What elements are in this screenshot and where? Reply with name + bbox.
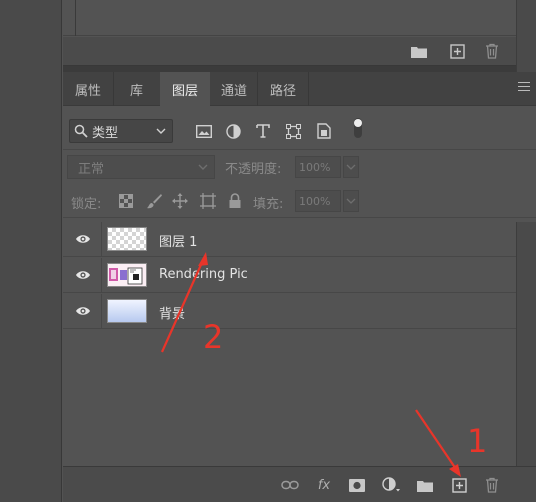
left-dock-strip xyxy=(0,0,62,502)
new-layer-icon[interactable] xyxy=(449,476,469,494)
image-filter-icon[interactable] xyxy=(195,122,213,140)
chevron-down-icon xyxy=(346,198,356,204)
photoshop-workspace: 属性 库 图层 通道 路径 类型 正常 不透明度: 100% 锁定: 填充: 1… xyxy=(0,0,536,502)
tab-layers[interactable]: 图层 xyxy=(160,72,210,106)
upper-panel-divider xyxy=(75,0,76,36)
tab-properties[interactable]: 属性 xyxy=(63,72,113,106)
opacity-input[interactable]: 100% xyxy=(295,156,341,178)
trash-icon[interactable] xyxy=(483,43,501,59)
upper-panel xyxy=(63,0,516,66)
blend-mode-select[interactable]: 正常 xyxy=(67,155,215,179)
lock-position-icon[interactable] xyxy=(172,193,188,209)
lock-all-icon[interactable] xyxy=(227,193,243,209)
blend-row: 正常 不透明度: 100% xyxy=(63,150,536,182)
folder-icon[interactable] xyxy=(410,43,428,59)
layer-row[interactable]: 背景 xyxy=(63,294,516,329)
shape-filter-icon[interactable] xyxy=(284,122,302,140)
row-separator xyxy=(101,222,102,257)
row-separator xyxy=(101,258,102,293)
link-layers-icon[interactable] xyxy=(280,476,300,494)
group-folder-icon[interactable] xyxy=(415,476,435,494)
eye-icon[interactable] xyxy=(75,268,91,282)
layer-name[interactable]: 图层 1 xyxy=(159,231,197,250)
type-filter-icon[interactable] xyxy=(254,122,272,140)
layer-row[interactable]: 图层 1 xyxy=(63,222,516,257)
add-mask-icon[interactable] xyxy=(347,476,367,494)
layer-name[interactable]: 背景 xyxy=(159,303,185,322)
lock-transparent-icon[interactable] xyxy=(118,193,134,209)
smart-object-thumbnail-icon xyxy=(109,267,143,285)
panel-tab-bar: 属性 库 图层 通道 路径 xyxy=(63,72,536,106)
filter-kind-label: 类型 xyxy=(92,125,119,141)
filter-toggle-icon[interactable] xyxy=(349,118,367,138)
layer-thumbnail[interactable] xyxy=(107,263,147,287)
lock-label: 锁定: xyxy=(71,197,102,212)
opacity-dropdown[interactable] xyxy=(343,156,359,178)
fx-icon[interactable]: fx xyxy=(314,476,334,494)
layer-row[interactable]: Rendering Pic xyxy=(63,258,516,293)
chevron-down-icon xyxy=(156,128,166,134)
panel-menu-icon[interactable] xyxy=(518,82,530,94)
fill-label: 填充: xyxy=(253,197,284,212)
annotation-label-2: 2 xyxy=(203,318,224,356)
layer-name[interactable]: Rendering Pic xyxy=(159,267,248,282)
eye-icon[interactable] xyxy=(75,304,91,318)
opacity-label: 不透明度: xyxy=(225,162,282,177)
layers-scrollbar[interactable] xyxy=(516,222,536,468)
lock-row: 锁定: 填充: 100% xyxy=(63,184,536,218)
fill-input[interactable]: 100% xyxy=(295,190,341,212)
search-icon xyxy=(74,124,88,138)
layer-thumbnail[interactable] xyxy=(107,227,147,251)
layers-panel-footer: fx xyxy=(63,466,536,502)
lock-artboard-icon[interactable] xyxy=(200,193,216,209)
upper-panel-content xyxy=(63,0,516,36)
upper-panel-footer xyxy=(63,37,516,66)
layer-thumbnail[interactable] xyxy=(107,299,147,323)
delete-layer-icon[interactable] xyxy=(482,476,502,494)
tab-channels[interactable]: 通道 xyxy=(211,72,257,106)
smart-object-filter-icon[interactable] xyxy=(315,122,333,140)
tab-libraries[interactable]: 库 xyxy=(114,72,159,106)
chevron-down-icon xyxy=(198,164,208,170)
layer-filter-row: 类型 xyxy=(63,106,536,150)
row-separator xyxy=(101,294,102,329)
filter-kind-select[interactable]: 类型 xyxy=(69,119,173,143)
chevron-down-icon xyxy=(346,164,356,170)
annotation-label-1: 1 xyxy=(467,422,488,460)
tab-separator xyxy=(308,72,309,106)
layers-list: 图层 1 Rendering Pic 背景 xyxy=(63,222,516,329)
fill-dropdown[interactable] xyxy=(343,190,359,212)
eye-icon[interactable] xyxy=(75,232,91,246)
adjustment-filter-icon[interactable] xyxy=(224,122,242,140)
lock-image-icon[interactable] xyxy=(146,193,162,209)
new-layer-icon[interactable] xyxy=(448,43,466,59)
adjustment-layer-icon[interactable] xyxy=(381,476,401,494)
tab-paths[interactable]: 路径 xyxy=(258,72,308,106)
blend-mode-value: 正常 xyxy=(78,161,105,177)
layers-panel: 属性 库 图层 通道 路径 类型 正常 不透明度: 100% 锁定: 填充: 1… xyxy=(63,72,536,502)
